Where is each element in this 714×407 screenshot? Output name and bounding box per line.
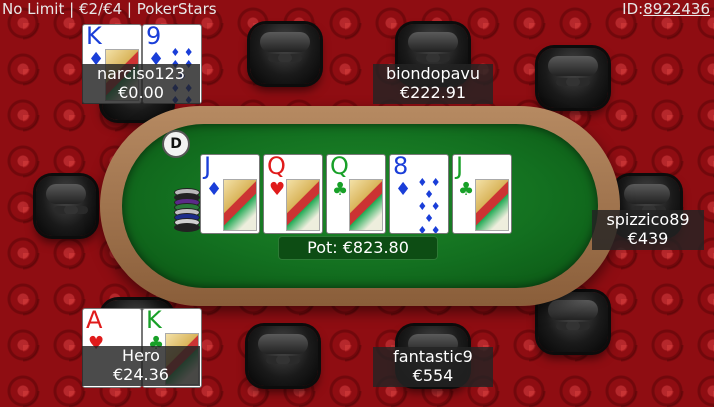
diamond-pips-icon: ♦ ♦ ♦ ♦ ♦ ♦ ♦ ♦ <box>417 176 441 234</box>
seat-chair-upper-right <box>538 48 608 108</box>
card-rank: J <box>204 154 212 180</box>
seat-chair-left <box>36 176 96 236</box>
hand-id-link[interactable]: 8922436 <box>643 0 710 18</box>
board-card-5: J ♣ <box>452 154 512 234</box>
player-box-biondopavu[interactable]: biondopavu €222.91 <box>373 64 493 104</box>
card-suit-heart-icon: ♥ <box>269 179 286 200</box>
game-info: No Limit | €2/€4 | PokerStars <box>2 0 217 18</box>
card-rank: Q <box>330 154 349 180</box>
player-stack: €554 <box>412 366 454 385</box>
title-bar: No Limit | €2/€4 | PokerStars ID:8922436 <box>0 0 714 20</box>
card-rank: K <box>146 308 162 334</box>
card-rank: Q <box>267 154 286 180</box>
player-stack: €24.36 <box>113 365 169 384</box>
seat-chair-bottom-center <box>248 326 318 386</box>
card-rank: J <box>456 154 464 180</box>
card-suit-club-icon: ♣ <box>458 179 475 200</box>
player-stack: €222.91 <box>399 83 467 102</box>
player-stack: €0.00 <box>118 83 164 102</box>
pot-amount: Pot: €823.80 <box>278 236 438 260</box>
player-box-fantastic9[interactable]: fantastic9 €554 <box>373 347 493 387</box>
player-box-spizzico89[interactable]: spizzico89 €439 <box>592 210 704 250</box>
seat-chair-top-center <box>250 24 320 84</box>
board-card-1: J ♦ <box>200 154 260 234</box>
hand-id-label: ID: <box>622 0 644 18</box>
board-card-4: 8 ♦ ♦ ♦ ♦ ♦ ♦ ♦ ♦ ♦ <box>389 154 449 234</box>
chip <box>174 223 200 232</box>
board-card-2: Q ♥ <box>263 154 323 234</box>
card-rank: K <box>86 24 102 50</box>
card-rank: 9 <box>146 24 162 50</box>
player-box-narciso123[interactable]: narciso123 €0.00 <box>82 64 200 104</box>
card-suit-diamond-icon: ♦ <box>206 179 223 200</box>
poker-table-window: No Limit | €2/€4 | PokerStars ID:8922436… <box>0 0 714 407</box>
hand-id: ID:8922436 <box>622 0 710 18</box>
dealer-button: D <box>162 130 190 158</box>
player-name: fantastic9 <box>393 347 473 366</box>
jack-face-icon <box>223 179 257 231</box>
card-suit-diamond-icon: ♦ <box>395 179 412 200</box>
player-name: Hero <box>122 346 160 365</box>
queen-face-icon <box>286 179 320 231</box>
card-rank: 8 <box>393 154 409 180</box>
queen-face-icon <box>349 179 383 231</box>
card-rank: A <box>86 308 103 334</box>
card-suit-club-icon: ♣ <box>332 179 349 200</box>
player-stack: €439 <box>627 229 669 248</box>
player-name: biondopavu <box>385 64 481 83</box>
player-name: narciso123 <box>96 64 186 83</box>
player-name: spizzico89 <box>606 210 690 229</box>
player-box-hero[interactable]: Hero €24.36 <box>82 346 200 386</box>
board-card-3: Q ♣ <box>326 154 386 234</box>
jack-face-icon <box>475 179 509 231</box>
